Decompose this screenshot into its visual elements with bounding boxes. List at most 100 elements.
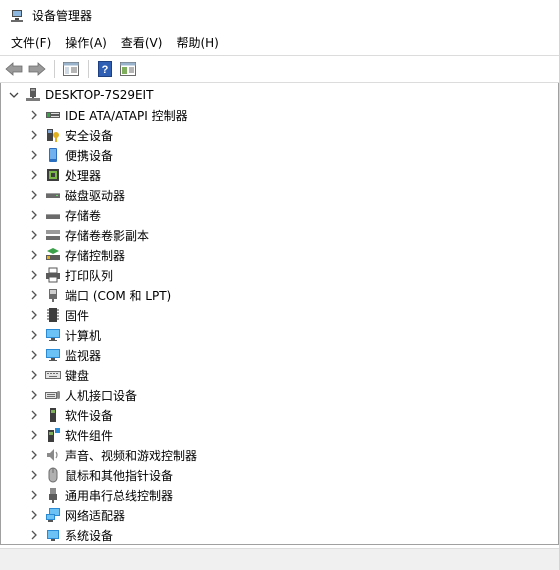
collapsed-chevron-icon[interactable]: [27, 188, 41, 202]
tree-item-hid[interactable]: 人机接口设备: [1, 385, 558, 405]
back-arrow-icon[interactable]: [4, 59, 24, 79]
tree-item-label: 监视器: [65, 348, 102, 363]
expanded-chevron-icon[interactable]: [7, 88, 21, 102]
collapsed-chevron-icon[interactable]: [27, 148, 41, 162]
tree-item-computer[interactable]: 计算机: [1, 325, 558, 345]
tree-item-ports[interactable]: 端口 (COM 和 LPT): [1, 285, 558, 305]
collapsed-chevron-icon[interactable]: [27, 168, 41, 182]
mouse-icon: [45, 467, 61, 483]
tree-item-system[interactable]: 系统设备: [1, 525, 558, 545]
hid-icon: [45, 387, 61, 403]
processor-icon: [45, 167, 61, 183]
root-label: DESKTOP-7S29EIT: [45, 88, 154, 102]
tree-item-label: 鼠标和其他指针设备: [65, 468, 174, 483]
collapsed-chevron-icon[interactable]: [27, 308, 41, 322]
tree-item-keyboard[interactable]: 键盘: [1, 365, 558, 385]
tree-item-disk[interactable]: 磁盘驱动器: [1, 185, 558, 205]
storage-controller-icon: [45, 247, 61, 263]
collapsed-chevron-icon[interactable]: [27, 288, 41, 302]
tree-item-print-queue[interactable]: 打印队列: [1, 265, 558, 285]
software-component-icon: [45, 427, 61, 443]
tree-item-label: 便携设备: [65, 148, 114, 163]
tree-item-storage-controller[interactable]: 存储控制器: [1, 245, 558, 265]
keyboard-icon: [45, 367, 61, 383]
status-bar: [0, 548, 559, 570]
collapsed-chevron-icon[interactable]: [27, 488, 41, 502]
properties-icon[interactable]: [61, 59, 81, 79]
tree-item-label: 存储卷卷影副本: [65, 228, 150, 243]
window-title: 设备管理器: [32, 9, 93, 23]
device-tree[interactable]: DESKTOP-7S29EIT IDE ATA/ATAPI 控制器 安全设备 便…: [0, 83, 559, 545]
port-icon: [45, 287, 61, 303]
tree-item-label: 端口 (COM 和 LPT): [65, 288, 172, 303]
monitor-icon: [45, 347, 61, 363]
portable-device-icon: [45, 147, 61, 163]
collapsed-chevron-icon[interactable]: [27, 268, 41, 282]
collapsed-chevron-icon[interactable]: [27, 528, 41, 542]
tree-item-label: IDE ATA/ATAPI 控制器: [65, 108, 188, 123]
collapsed-chevron-icon[interactable]: [27, 428, 41, 442]
tree-item-network[interactable]: 网络适配器: [1, 505, 558, 525]
collapsed-chevron-icon[interactable]: [27, 368, 41, 382]
console-tree-icon[interactable]: [118, 59, 138, 79]
tree-item-label: 网络适配器: [65, 508, 126, 523]
toolbar-separator: [88, 60, 89, 78]
menu-help[interactable]: 帮助(H): [169, 32, 225, 54]
collapsed-chevron-icon[interactable]: [27, 388, 41, 402]
tree-item-mouse[interactable]: 鼠标和其他指针设备: [1, 465, 558, 485]
tree-item-label: 软件组件: [65, 428, 114, 443]
tree-item-label: 处理器: [65, 168, 102, 183]
tree-root-node[interactable]: DESKTOP-7S29EIT: [1, 85, 558, 105]
tree-item-label: 软件设备: [65, 408, 114, 423]
tree-item-software-device[interactable]: 软件设备: [1, 405, 558, 425]
software-device-icon: [45, 407, 61, 423]
collapsed-chevron-icon[interactable]: [27, 468, 41, 482]
collapsed-chevron-icon[interactable]: [27, 248, 41, 262]
tree-item-label: 固件: [65, 308, 90, 323]
collapsed-chevron-icon[interactable]: [27, 508, 41, 522]
tree-item-ide[interactable]: IDE ATA/ATAPI 控制器: [1, 105, 558, 125]
usb-icon: [45, 487, 61, 503]
svg-text:?: ?: [102, 64, 109, 76]
tree-item-processor[interactable]: 处理器: [1, 165, 558, 185]
tree-item-software-component[interactable]: 软件组件: [1, 425, 558, 445]
tree-item-label: 通用串行总线控制器: [65, 488, 174, 503]
menu-file[interactable]: 文件(F): [4, 32, 58, 54]
forward-arrow-icon[interactable]: [27, 59, 47, 79]
collapsed-chevron-icon[interactable]: [27, 208, 41, 222]
security-device-icon: [45, 127, 61, 143]
tree-item-security[interactable]: 安全设备: [1, 125, 558, 145]
printer-icon: [45, 267, 61, 283]
device-manager-icon: [9, 8, 25, 24]
firmware-icon: [45, 307, 61, 323]
tree-item-portable[interactable]: 便携设备: [1, 145, 558, 165]
collapsed-chevron-icon[interactable]: [27, 348, 41, 362]
tree-item-volume[interactable]: 存储卷: [1, 205, 558, 225]
computer-root-icon: [25, 87, 41, 103]
tree-item-label: 键盘: [65, 368, 90, 383]
disk-drive-icon: [45, 187, 61, 203]
sound-icon: [45, 447, 61, 463]
collapsed-chevron-icon[interactable]: [27, 108, 41, 122]
menu-view[interactable]: 查看(V): [114, 32, 170, 54]
tree-item-shadow-copy[interactable]: 存储卷卷影副本: [1, 225, 558, 245]
tree-item-sound[interactable]: 声音、视频和游戏控制器: [1, 445, 558, 465]
tree-item-firmware[interactable]: 固件: [1, 305, 558, 325]
title-bar: 设备管理器: [0, 0, 559, 31]
tree-item-usb[interactable]: 通用串行总线控制器: [1, 485, 558, 505]
ide-controller-icon: [45, 107, 61, 123]
help-icon[interactable]: ?: [95, 59, 115, 79]
tree-item-label: 存储控制器: [65, 248, 126, 263]
collapsed-chevron-icon[interactable]: [27, 408, 41, 422]
collapsed-chevron-icon[interactable]: [27, 128, 41, 142]
collapsed-chevron-icon[interactable]: [27, 448, 41, 462]
toolbar: ?: [0, 56, 559, 83]
storage-volume-icon: [45, 207, 61, 223]
tree-item-monitor[interactable]: 监视器: [1, 345, 558, 365]
tree-item-label: 人机接口设备: [65, 388, 138, 403]
toolbar-separator: [54, 60, 55, 78]
tree-item-label: 打印队列: [65, 268, 114, 283]
collapsed-chevron-icon[interactable]: [27, 228, 41, 242]
menu-action[interactable]: 操作(A): [58, 32, 114, 54]
collapsed-chevron-icon[interactable]: [27, 328, 41, 342]
